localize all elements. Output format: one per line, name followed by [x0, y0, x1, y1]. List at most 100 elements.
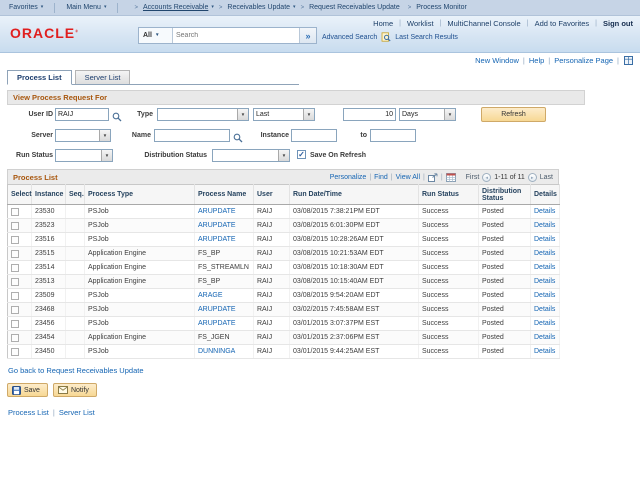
- process-name-link[interactable]: ARUPDATE: [198, 320, 236, 327]
- breadcrumb-menu-main-menu[interactable]: Main Menu▾: [66, 4, 106, 11]
- cell-seq: [66, 219, 85, 233]
- footer-link-server-list[interactable]: Server List: [59, 408, 95, 417]
- nav-link-worklist[interactable]: Worklist: [407, 19, 434, 28]
- nav-link-sign-out[interactable]: Sign out: [603, 19, 633, 28]
- search-submit-button[interactable]: »: [299, 28, 316, 43]
- process-name-link[interactable]: ARUPDATE: [198, 208, 236, 215]
- row-checkbox[interactable]: [11, 278, 19, 286]
- details-link[interactable]: Details: [534, 264, 555, 271]
- instance-to-input[interactable]: [370, 129, 416, 142]
- save-on-refresh-label: Save On Refresh: [310, 149, 380, 162]
- grid-link-personalize[interactable]: Personalize: [330, 174, 367, 181]
- cell-process-name: ARAGE: [195, 289, 254, 303]
- row-checkbox[interactable]: [11, 264, 19, 272]
- details-link[interactable]: Details: [534, 250, 555, 257]
- details-link[interactable]: Details: [534, 222, 555, 229]
- row-checkbox[interactable]: [11, 222, 19, 230]
- notify-button[interactable]: Notify: [53, 383, 97, 397]
- distribution-status-dropdown[interactable]: ▼: [212, 149, 290, 162]
- popup-window-icon[interactable]: [428, 173, 438, 182]
- nav-link-multichannel-console[interactable]: MultiChannel Console: [447, 19, 520, 28]
- details-link[interactable]: Details: [534, 292, 555, 299]
- breadcrumb-menu-favorites[interactable]: Favorites▾: [9, 4, 43, 11]
- cell-run-datetime: 03/08/2015 9:54:20AM EDT: [290, 289, 419, 303]
- row-checkbox[interactable]: [11, 348, 19, 356]
- cell-run-datetime: 03/01/2015 9:44:25AM EST: [290, 345, 419, 359]
- column-header-run-date-time: Run Date/Time: [290, 185, 419, 205]
- grid-link-view-all[interactable]: View All: [396, 174, 420, 181]
- breadcrumb-item-receivables-update[interactable]: Receivables Update: [227, 4, 290, 11]
- footer-link-process-list[interactable]: Process List: [8, 408, 49, 417]
- details-link[interactable]: Details: [534, 320, 555, 327]
- row-checkbox[interactable]: [11, 334, 19, 342]
- process-name-link[interactable]: ARUPDATE: [198, 222, 236, 229]
- details-link[interactable]: Details: [534, 278, 555, 285]
- chevron-down-icon: ▾: [211, 5, 214, 10]
- tab-server-list[interactable]: Server List: [75, 70, 131, 84]
- breadcrumb-item-request-receivables-update[interactable]: Request Receivables Update: [309, 4, 400, 11]
- nav-link-home[interactable]: Home: [373, 19, 393, 28]
- table-row: 23514Application EngineFS_STREAMLNRAIJ03…: [8, 261, 560, 275]
- row-checkbox[interactable]: [11, 236, 19, 244]
- chevron-down-icon: ▼: [303, 109, 314, 120]
- row-checkbox[interactable]: [11, 250, 19, 258]
- details-link[interactable]: Details: [534, 334, 555, 341]
- name-input[interactable]: [154, 129, 230, 142]
- details-link[interactable]: Details: [534, 236, 555, 243]
- process-name-link[interactable]: ARAGE: [198, 292, 223, 299]
- page-link-help[interactable]: Help: [529, 56, 544, 65]
- previous-page-icon[interactable]: ◄: [482, 173, 491, 182]
- run-status-label: Run Status: [7, 149, 53, 162]
- last-count-input[interactable]: [343, 108, 396, 121]
- cell-instance: 23516: [32, 233, 66, 247]
- run-status-dropdown[interactable]: ▼: [55, 149, 113, 162]
- pagination-last[interactable]: Last: [540, 174, 553, 181]
- details-link[interactable]: Details: [534, 348, 555, 355]
- user-id-lookup-icon[interactable]: [112, 109, 122, 127]
- search-scope-dropdown[interactable]: All ▾: [139, 28, 173, 43]
- details-link[interactable]: Details: [534, 208, 555, 215]
- tab-process-list[interactable]: Process List: [7, 70, 72, 85]
- personalize-grid-icon[interactable]: [624, 56, 633, 65]
- go-back-link[interactable]: Go back to Request Receivables Update: [8, 366, 144, 375]
- breadcrumb-item-process-monitor[interactable]: Process Monitor: [416, 4, 467, 11]
- type-dropdown[interactable]: ▼: [157, 108, 249, 121]
- page-link-personalize-page[interactable]: Personalize Page: [554, 56, 613, 65]
- next-page-icon[interactable]: ►: [528, 173, 537, 182]
- page-link-new-window[interactable]: New Window: [475, 56, 519, 65]
- row-checkbox[interactable]: [11, 320, 19, 328]
- process-name-link[interactable]: ARUPDATE: [198, 306, 236, 313]
- server-dropdown[interactable]: ▼: [55, 129, 111, 142]
- last-search-results-link[interactable]: Last Search Results: [395, 34, 458, 41]
- cell-process-name: ARUPDATE: [195, 317, 254, 331]
- process-table-body: 23530PSJobARUPDATERAIJ03/08/2015 7:38:21…: [8, 205, 560, 359]
- cell-select: [8, 345, 32, 359]
- refresh-button[interactable]: Refresh: [481, 107, 546, 122]
- row-checkbox[interactable]: [11, 292, 19, 300]
- unit-dropdown[interactable]: Days ▼: [399, 108, 456, 121]
- chevron-down-icon: ▾: [104, 5, 107, 10]
- nav-link-add-to-favorites[interactable]: Add to Favorites: [535, 19, 590, 28]
- cell-details: Details: [531, 317, 560, 331]
- row-checkbox[interactable]: [11, 306, 19, 314]
- download-to-excel-icon[interactable]: [446, 173, 456, 182]
- cell-select: [8, 275, 32, 289]
- save-button[interactable]: Save: [7, 383, 48, 397]
- breadcrumb-item-accounts-receivable[interactable]: Accounts Receivable: [143, 4, 208, 11]
- save-on-refresh-checkbox[interactable]: ✓: [297, 150, 306, 159]
- name-lookup-icon[interactable]: [233, 130, 243, 148]
- row-checkbox[interactable]: [11, 208, 19, 216]
- search-input[interactable]: [173, 28, 299, 43]
- grid-link-find[interactable]: Find: [374, 174, 388, 181]
- pagination-first[interactable]: First: [466, 174, 480, 181]
- cell-run-datetime: 03/01/2015 3:07:37PM EST: [290, 317, 419, 331]
- details-link[interactable]: Details: [534, 306, 555, 313]
- last-dropdown[interactable]: Last ▼: [253, 108, 315, 121]
- user-id-input[interactable]: [55, 108, 109, 121]
- instance-input[interactable]: [291, 129, 337, 142]
- column-header-run-status: Run Status: [419, 185, 479, 205]
- cell-seq: [66, 205, 85, 219]
- advanced-search-link[interactable]: Advanced Search: [322, 34, 377, 41]
- process-name-link[interactable]: ARUPDATE: [198, 236, 236, 243]
- process-name-link[interactable]: DUNNINGA: [198, 348, 235, 355]
